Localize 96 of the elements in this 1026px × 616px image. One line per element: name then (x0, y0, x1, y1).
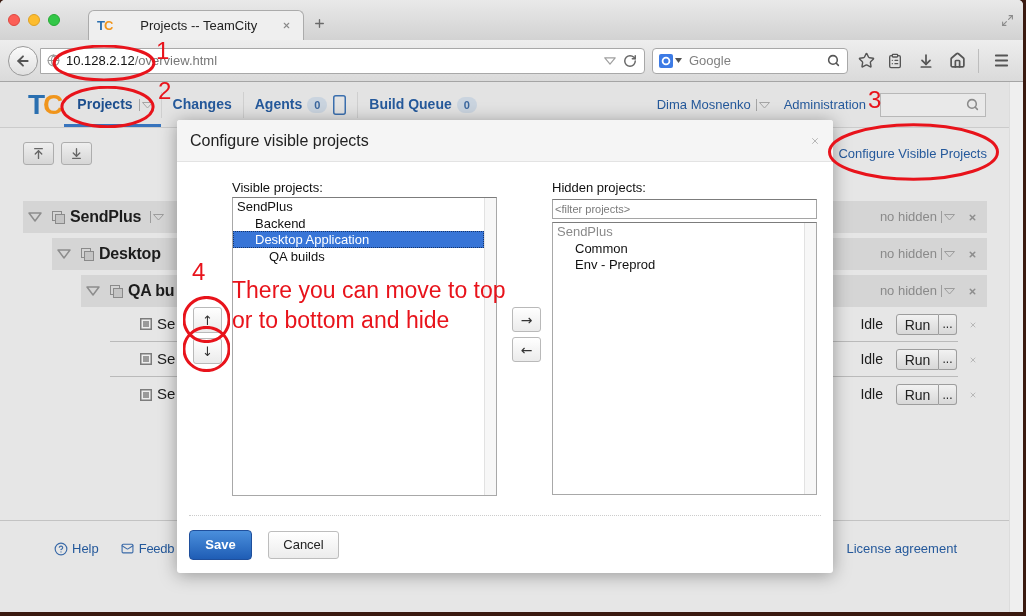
more-button[interactable]: ... (939, 348, 957, 370)
more-button[interactable]: ... (939, 313, 957, 335)
framed-square-icon (140, 388, 152, 401)
caret-icon[interactable] (941, 248, 955, 260)
close-icon[interactable] (968, 286, 977, 296)
arrow-up-to-line-icon (32, 147, 45, 160)
fullscreen-icon[interactable] (1001, 13, 1014, 27)
download-icon[interactable] (918, 52, 934, 69)
list-item[interactable]: Backend (233, 214, 484, 231)
cancel-button[interactable]: Cancel (268, 531, 339, 559)
more-button[interactable]: ... (939, 384, 957, 405)
run-button[interactable]: Run (896, 313, 939, 335)
status-text: Idle (860, 314, 883, 334)
project-name[interactable]: QA bu (128, 279, 175, 303)
run-button[interactable]: Run (896, 384, 939, 405)
transfer-button[interactable]: ← (512, 337, 541, 362)
list-item[interactable]: SendPlus (233, 198, 484, 215)
close-icon[interactable] (968, 212, 977, 222)
globe-icon (47, 54, 60, 67)
close-icon[interactable] (282, 21, 291, 30)
status-text: Idle (860, 349, 883, 369)
stacked-squares-icon (110, 284, 123, 298)
scrollbar[interactable] (804, 223, 816, 494)
search-icon[interactable] (827, 54, 840, 67)
search-engine-icon[interactable] (659, 53, 673, 68)
user-link[interactable]: Dima Mosnenko (656, 94, 770, 115)
window-zoom-icon[interactable] (48, 14, 60, 26)
search-field[interactable]: Google (652, 47, 848, 74)
run-button[interactable]: Run (896, 348, 939, 370)
caret-icon[interactable] (755, 98, 770, 111)
list-item[interactable]: Desktop Application (233, 231, 484, 248)
annotation-number: 3 (868, 91, 882, 108)
star-icon[interactable] (858, 52, 875, 69)
menu-icon[interactable] (993, 52, 1010, 69)
transfer-button[interactable]: → (512, 307, 541, 332)
list-label: Visible projects: (232, 180, 324, 197)
annotation-number: 4 (192, 263, 206, 280)
build-name[interactable]: Se (157, 312, 176, 336)
caret-icon[interactable] (138, 98, 153, 111)
move-button[interactable]: ↑ (193, 307, 222, 333)
list-label: Hidden projects: (552, 180, 647, 197)
clipboard-icon[interactable] (887, 52, 903, 69)
close-icon[interactable] (810, 135, 820, 146)
toggle-triangle-icon[interactable] (86, 286, 100, 296)
stacked-squares-icon (52, 210, 65, 224)
collapse-all-button[interactable] (23, 142, 54, 165)
caret-icon[interactable] (150, 211, 165, 223)
expand-all-button[interactable] (61, 142, 92, 165)
toggle-triangle-icon[interactable] (57, 249, 71, 259)
caret-down-icon[interactable] (675, 58, 682, 63)
window-close-icon[interactable] (8, 14, 20, 26)
window-minimize-icon[interactable] (28, 14, 40, 26)
save-button[interactable]: Save (189, 530, 252, 560)
hidden-status-text: no hidden (879, 245, 937, 264)
toggle-triangle-icon[interactable] (28, 212, 42, 222)
status-text: Idle (860, 385, 883, 404)
hidden-status-text: no hidden (879, 208, 937, 227)
license-link[interactable]: License agreement (846, 538, 957, 559)
close-icon[interactable] (969, 355, 977, 364)
caret-icon[interactable] (941, 285, 955, 297)
reload-icon[interactable] (623, 53, 637, 68)
close-icon[interactable] (969, 390, 977, 399)
admin-link[interactable]: Administration (783, 94, 866, 115)
stacked-squares-icon (81, 247, 94, 261)
help-icon (54, 541, 68, 556)
dialog-title: Configure visible projects (190, 130, 369, 151)
count-badge: 0 (307, 96, 328, 113)
project-name[interactable]: Desktop (99, 242, 161, 266)
app-logo: TC (28, 90, 62, 119)
mail-icon (119, 542, 135, 555)
tab-favicon: TC (97, 19, 113, 32)
caret-icon[interactable] (941, 211, 955, 223)
browser-tab[interactable]: TC Projects -- TeamCity (88, 10, 304, 40)
back-button[interactable] (8, 45, 38, 76)
build-name[interactable]: Se (157, 383, 176, 406)
build-name[interactable]: Se (157, 347, 176, 371)
help-link[interactable]: Help (54, 538, 99, 559)
feedback-link[interactable]: Feedb (119, 538, 175, 559)
nav-tab[interactable]: Agents 0 (243, 90, 358, 119)
framed-square-icon (140, 353, 152, 365)
list-item[interactable]: QA builds (233, 247, 484, 264)
list-item: SendPlus (556, 223, 614, 240)
filter-field[interactable]: <filter projects> (552, 199, 817, 219)
close-icon[interactable] (968, 249, 977, 259)
framed-square-icon (140, 318, 152, 330)
new-tab-icon[interactable] (313, 16, 326, 30)
project-name[interactable]: SendPlus (70, 205, 142, 229)
nav-tab[interactable]: Build Queue 0 (358, 90, 488, 119)
dropdown-triangle-icon[interactable] (604, 56, 616, 65)
count-badge: 0 (456, 96, 477, 113)
arrow-down-to-line-icon (70, 147, 83, 160)
search-field[interactable] (880, 92, 986, 117)
hidden-status-text: no hidden (879, 282, 937, 301)
close-icon[interactable] (969, 320, 977, 329)
scrollbar[interactable] (1009, 82, 1023, 612)
home-icon[interactable] (949, 52, 966, 69)
